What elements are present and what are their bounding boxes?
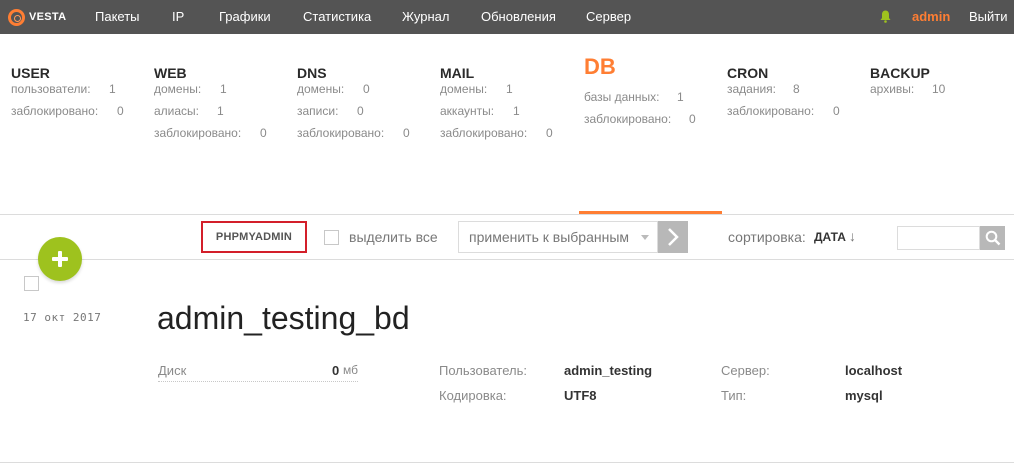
logout-link[interactable]: Выйти — [969, 9, 1008, 24]
search-button[interactable] — [980, 226, 1005, 250]
top-navigation: VESTA Пакеты IP Графики Статистика Журна… — [0, 0, 1014, 34]
stat-row: заблокировано: 0 — [297, 126, 410, 140]
bulk-action-value: применить к выбранным — [469, 229, 630, 245]
bell-icon[interactable] — [880, 10, 891, 23]
stat-row: алиасы: 1 — [154, 104, 224, 118]
search-input[interactable] — [897, 226, 980, 250]
nav-statistics[interactable]: Статистика — [303, 9, 371, 24]
disk-value: 0 — [332, 363, 340, 378]
search-icon — [985, 230, 1001, 246]
disk-unit: мб — [343, 363, 358, 377]
stat-row: задания: 8 — [727, 82, 800, 96]
select-all-checkbox[interactable] — [324, 230, 339, 245]
record-title[interactable]: admin_testing_bd — [157, 300, 410, 337]
divider — [0, 259, 1014, 260]
stat-title-active[interactable]: DB — [584, 56, 616, 82]
caret-down-icon — [641, 235, 649, 240]
sort-value[interactable]: ДАТА — [814, 230, 846, 244]
stat-web[interactable]: WEB домены: 1 алиасы: 1 заблокировано: 0 — [154, 64, 267, 148]
user-label: Пользователь: — [439, 363, 527, 378]
stat-title[interactable]: DNS — [297, 64, 327, 82]
stat-title[interactable]: USER — [11, 64, 50, 82]
type-value: mysql — [845, 388, 883, 403]
stat-row: архивы: 10 — [870, 82, 946, 96]
sort-label: сортировка: — [728, 229, 806, 245]
stat-title[interactable]: CRON — [727, 64, 768, 82]
row-checkbox[interactable] — [24, 276, 39, 291]
stat-title[interactable]: BACKUP — [870, 64, 930, 82]
encoding-value: UTF8 — [564, 388, 597, 403]
stat-row: заблокировано: 0 — [154, 126, 267, 140]
divider — [0, 214, 1014, 215]
stat-row: записи: 0 — [297, 104, 364, 118]
phpmyadmin-button[interactable]: PHPMYADMIN — [201, 221, 307, 253]
stat-row: пользователи: 1 — [11, 82, 116, 96]
nav-graphs[interactable]: Графики — [219, 9, 271, 24]
type-label: Тип: — [721, 388, 747, 403]
vesta-ring-icon — [8, 8, 25, 26]
vesta-logo[interactable]: VESTA — [8, 7, 66, 27]
stat-title[interactable]: WEB — [154, 64, 187, 82]
stat-row: заблокировано: 0 — [584, 112, 696, 126]
stat-row: аккаунты: 1 — [440, 104, 520, 118]
encoding-label: Кодировка: — [439, 388, 507, 403]
stat-row: базы данных: 1 — [584, 90, 684, 104]
apply-button[interactable] — [658, 221, 688, 253]
select-all-label[interactable]: выделить все — [349, 229, 438, 245]
nav-packages[interactable]: Пакеты — [95, 9, 140, 24]
stat-mail[interactable]: MAIL домены: 1 аккаунты: 1 заблокировано: 0 — [440, 64, 553, 148]
stat-dns[interactable]: DNS домены: 0 записи: 0 заблокировано: 0 — [297, 64, 410, 148]
stat-row: заблокировано: 0 — [440, 126, 553, 140]
stat-row: домены: 1 — [154, 82, 227, 96]
disk-label: Диск — [158, 363, 187, 378]
stat-user[interactable]: USER пользователи: 1 заблокировано: 0 — [11, 64, 124, 126]
server-label: Сервер: — [721, 363, 770, 378]
current-user[interactable]: admin — [912, 9, 950, 24]
logo-text: VESTA — [29, 11, 67, 23]
divider — [0, 462, 1014, 463]
stat-row: домены: 0 — [297, 82, 370, 96]
sort-direction-icon[interactable]: ↓ — [849, 228, 856, 244]
add-database-button[interactable] — [38, 237, 82, 281]
nav-ip[interactable]: IP — [172, 9, 184, 24]
disk-usage-line — [158, 381, 358, 382]
stat-row: домены: 1 — [440, 82, 513, 96]
stat-title[interactable]: MAIL — [440, 64, 474, 82]
server-value: localhost — [845, 363, 903, 378]
user-value: admin_testing — [564, 363, 653, 378]
stat-backup[interactable]: BACKUP архивы: 10 — [870, 64, 946, 104]
stat-db[interactable]: DB базы данных: 1 заблокировано: 0 — [584, 56, 696, 134]
nav-updates[interactable]: Обновления — [481, 9, 556, 24]
bulk-action-select[interactable]: применить к выбранным — [458, 221, 658, 253]
stat-row: заблокировано: 0 — [11, 104, 124, 118]
record-date: 17 окт 2017 — [23, 311, 102, 324]
chevron-right-icon — [668, 228, 679, 246]
nav-log[interactable]: Журнал — [402, 9, 449, 24]
nav-server[interactable]: Сервер — [586, 9, 631, 24]
stat-row: заблокировано: 0 — [727, 104, 840, 118]
stat-cron[interactable]: CRON задания: 8 заблокировано: 0 — [727, 64, 840, 126]
